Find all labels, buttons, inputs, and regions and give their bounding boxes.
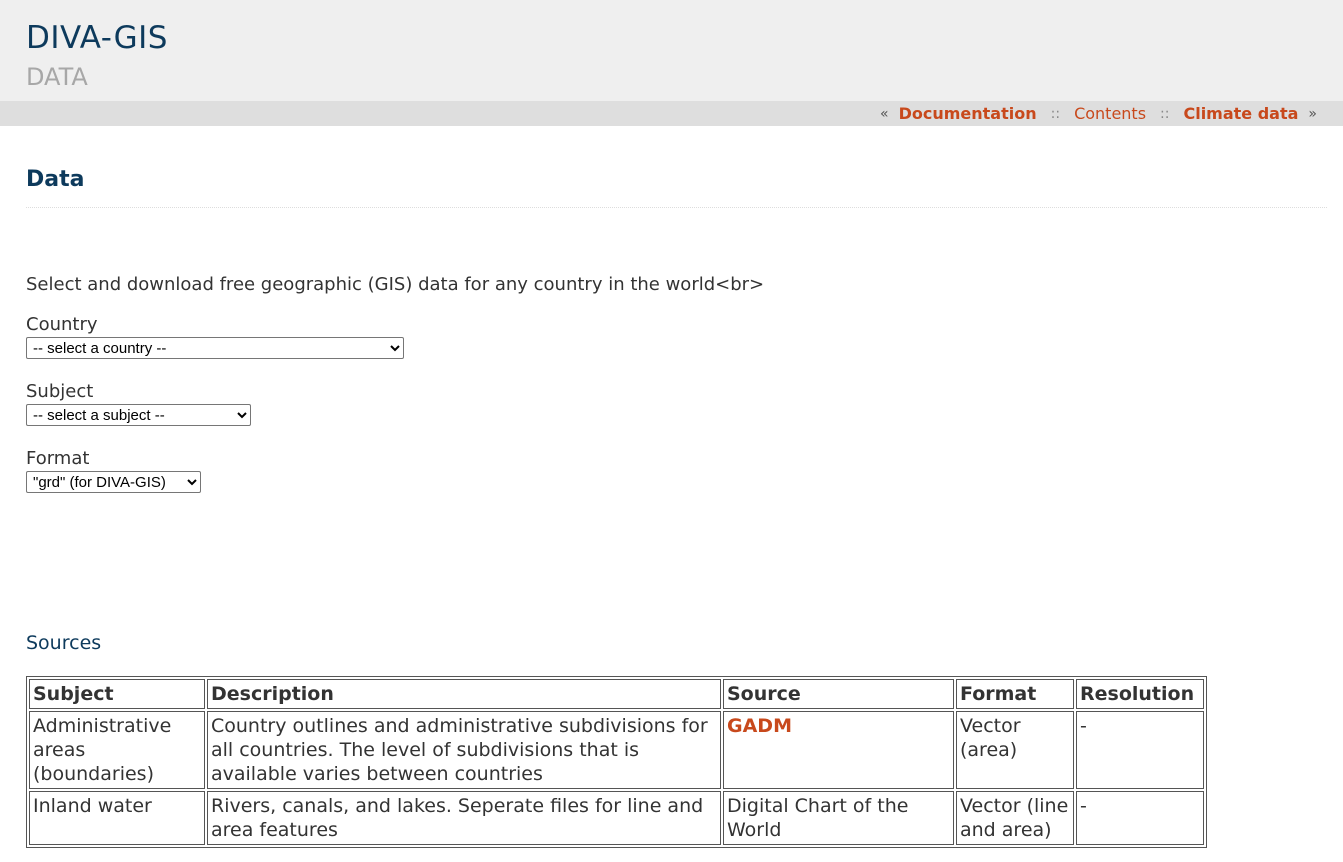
nav-separator: :: <box>1160 105 1170 122</box>
format-label: Format <box>26 448 90 469</box>
country-select[interactable]: -- select a country -- <box>26 337 404 359</box>
header-resolution: Resolution <box>1076 679 1204 709</box>
prev-marker: « <box>880 105 889 122</box>
documentation-link[interactable]: Documentation <box>899 104 1037 123</box>
climate-data-link[interactable]: Climate data <box>1183 104 1298 123</box>
header-source: Source <box>723 679 954 709</box>
format-select[interactable]: "grd" (for DIVA-GIS) <box>26 471 201 493</box>
sources-table: Subject Description Source Format Resolu… <box>26 676 1207 848</box>
site-title: DIVA-GIS <box>26 20 168 56</box>
subject-select[interactable]: -- select a subject -- <box>26 404 251 426</box>
main-content: Data Select and download free geographic… <box>0 126 1343 848</box>
gadm-link[interactable]: GADM <box>727 715 792 737</box>
cell-source: GADM <box>723 711 954 789</box>
country-label: Country <box>26 314 98 335</box>
cell-format: Vector (line and area) <box>956 791 1074 845</box>
contents-link[interactable]: Contents <box>1074 104 1146 123</box>
table-row: Inland water Rivers, canals, and lakes. … <box>29 791 1204 845</box>
cell-format: Vector (area) <box>956 711 1074 789</box>
site-header: DIVA-GIS DATA <box>0 0 1343 101</box>
cell-source: Digital Chart of the World <box>723 791 954 845</box>
cell-subject: Inland water <box>29 791 205 845</box>
cell-subject: Administrative areas (boundaries) <box>29 711 205 789</box>
header-format: Format <box>956 679 1074 709</box>
table-header-row: Subject Description Source Format Resolu… <box>29 679 1204 709</box>
subject-label: Subject <box>26 381 94 402</box>
title-divider <box>26 207 1327 208</box>
header-subject: Subject <box>29 679 205 709</box>
cell-description: Rivers, canals, and lakes. Seperate file… <box>207 791 721 845</box>
intro-text: Select and download free geographic (GIS… <box>26 274 765 295</box>
table-row: Administrative areas (boundaries) Countr… <box>29 711 1204 789</box>
breadcrumb-nav: « Documentation :: Contents :: Climate d… <box>0 101 1343 126</box>
cell-description: Country outlines and administrative subd… <box>207 711 721 789</box>
cell-resolution: - <box>1076 791 1204 845</box>
next-marker: » <box>1308 105 1317 122</box>
sources-heading: Sources <box>26 632 102 654</box>
cell-resolution: - <box>1076 711 1204 789</box>
page-title: Data <box>26 167 85 192</box>
site-subtitle: DATA <box>26 63 88 91</box>
nav-separator: :: <box>1050 105 1061 122</box>
header-description: Description <box>207 679 721 709</box>
